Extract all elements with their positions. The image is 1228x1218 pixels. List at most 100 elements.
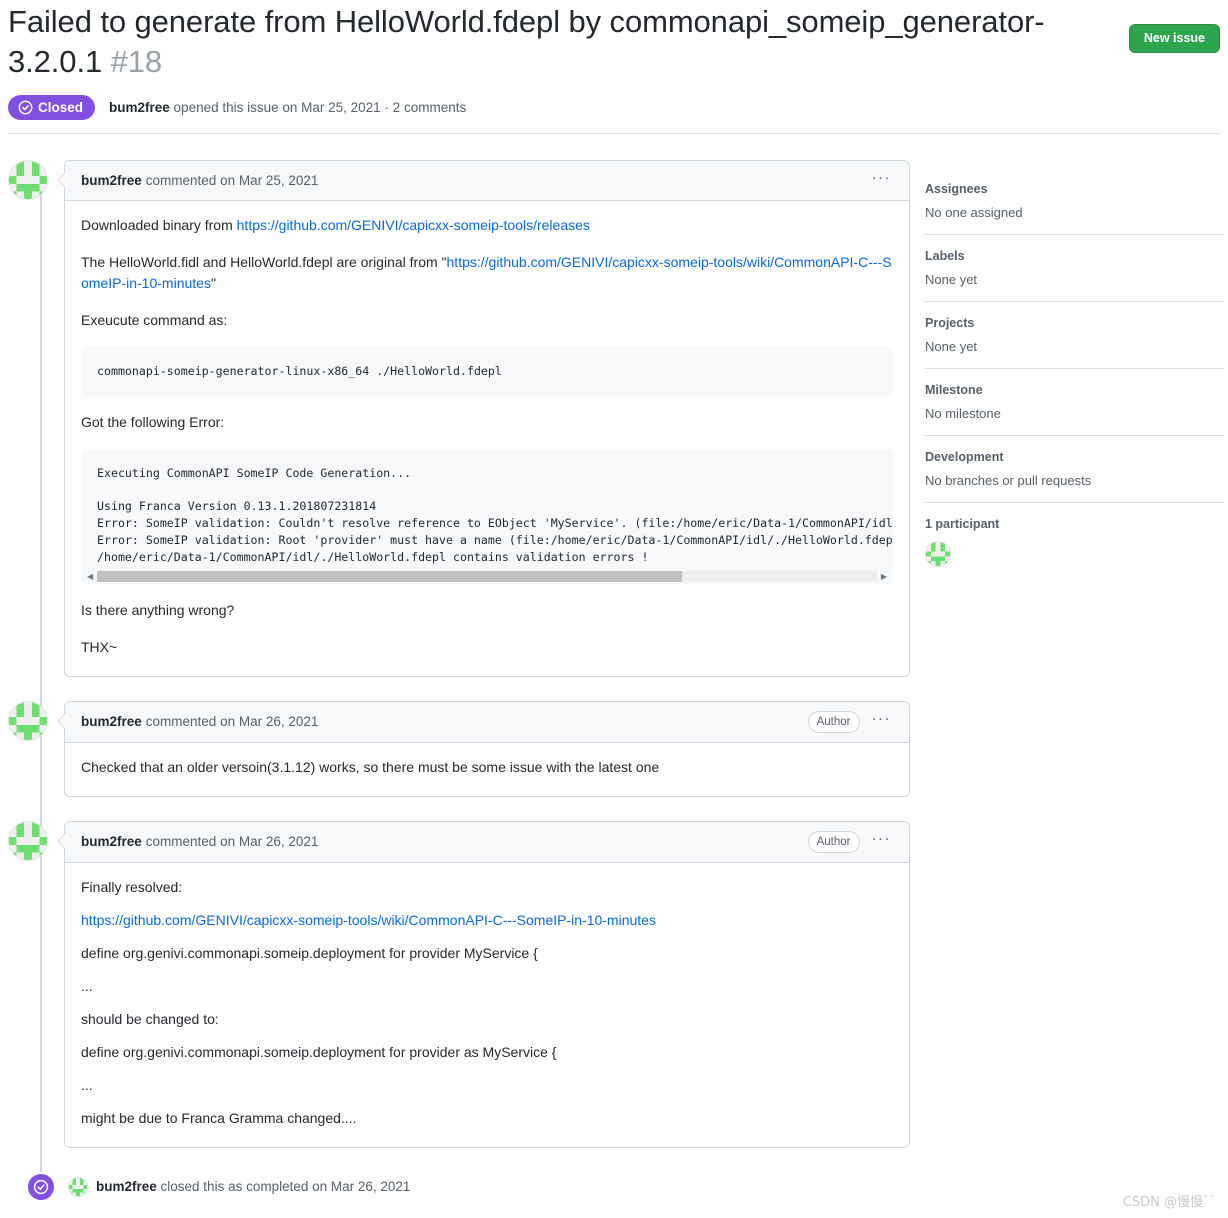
sidebar-value: None yet	[925, 339, 978, 354]
kebab-menu-icon[interactable]: ···	[870, 170, 894, 191]
comment-paragraph: might be due to Franca Gramma changed...…	[81, 1109, 357, 1126]
title-wrap: Failed to generate from HelloWorld.fdepl…	[8, 0, 1098, 81]
comment-box: bum2free commented on Mar 26, 2021 Autho…	[57, 820, 910, 1148]
scroll-track[interactable]	[97, 571, 877, 583]
comment-paragraph: THX~	[81, 638, 118, 655]
link-wiki[interactable]: https://github.com/GENIVI/capicxx-someip…	[81, 912, 656, 928]
comment-paragraph: Downloaded binary from https://github.co…	[81, 215, 893, 236]
comment-paragraph: ...	[81, 1076, 93, 1093]
page-title: Failed to generate from HelloWorld.fdepl…	[8, 2, 1098, 81]
comment-header: bum2free commented on Mar 25, 2021 ···	[65, 161, 909, 201]
comment-timestamp: commented on Mar 25, 2021	[145, 173, 319, 188]
comment-body: Checked that an older versoin(3.1.12) wo…	[65, 743, 909, 796]
closed-event-author[interactable]: bum2free	[96, 1179, 157, 1194]
timeline-comment-1: bum2free commented on Mar 25, 2021 ··· D…	[8, 160, 910, 677]
participants-list	[925, 541, 1224, 567]
comment-timestamp: commented on Mar 26, 2021	[145, 714, 319, 730]
sidebar-title[interactable]: Assignees	[925, 182, 1224, 196]
closed-event-row: bum2free closed this as completed on Mar…	[8, 1171, 910, 1202]
comment-paragraph: Finally resolved:	[81, 878, 183, 895]
issue-sidebar: Assignees No one assigned Labels None ye…	[925, 182, 1224, 595]
sidebar-section-labels: Labels None yet	[925, 249, 1224, 302]
comment-paragraph: should be changed to:	[81, 1010, 219, 1027]
comment-paragraph: Checked that an older versoin(3.1.12) wo…	[81, 758, 660, 775]
sidebar-section-assignees: Assignees No one assigned	[925, 182, 1224, 235]
closed-event-rest: closed this as completed on Mar 26, 2021	[156, 1179, 411, 1195]
comment-header: bum2free commented on Mar 26, 2021 Autho…	[65, 701, 909, 743]
text-pre: The HelloWorld.fidl and HelloWorld.fdepl…	[81, 254, 447, 270]
comment-box: bum2free commented on Mar 26, 2021 Autho…	[57, 700, 910, 797]
closed-event-label: bum2free closed this as completed on Mar…	[96, 1179, 410, 1194]
comment-paragraph: Is there anything wrong?	[81, 601, 235, 618]
scroll-right-icon[interactable]: ▶	[881, 572, 887, 581]
avatar[interactable]	[68, 1176, 88, 1197]
kebab-menu-icon[interactable]: ···	[870, 711, 894, 732]
comment-box: bum2free commented on Mar 25, 2021 ··· D…	[57, 160, 910, 677]
sidebar-title[interactable]: Labels	[925, 249, 1224, 263]
author-badge: Author	[807, 830, 860, 853]
new-issue-button[interactable]: New issue	[1128, 24, 1220, 53]
check-circle-icon	[18, 100, 33, 115]
avatar[interactable]	[8, 700, 48, 741]
issue-meta-rest: opened this issue on Mar 25, 2021 · 2 co…	[169, 100, 467, 116]
sidebar-value: No one assigned	[925, 205, 1023, 220]
comment-paragraph: define org.genivi.commonapi.someip.deplo…	[81, 1043, 557, 1060]
comment-body: Finally resolved: https://github.com/GEN…	[65, 863, 909, 1147]
sidebar-title[interactable]: Development	[925, 450, 1224, 464]
comment-header: bum2free commented on Mar 26, 2021 Autho…	[65, 821, 909, 863]
status-badge: Closed	[8, 95, 96, 121]
avatar[interactable]	[8, 820, 48, 861]
text-pre: Downloaded binary from	[81, 217, 237, 233]
sidebar-title[interactable]: Milestone	[925, 383, 1224, 397]
comment-timestamp: commented on Mar 26, 2021	[145, 834, 319, 850]
sidebar-section-projects: Projects None yet	[925, 316, 1224, 369]
issue-page: Failed to generate from HelloWorld.fdepl…	[0, 0, 1228, 1218]
comment-paragraph: The HelloWorld.fidl and HelloWorld.fdepl…	[81, 252, 893, 294]
issue-title-text: Failed to generate from HelloWorld.fdepl…	[8, 4, 1045, 79]
issue-author-link[interactable]: bum2free	[109, 100, 170, 115]
comment-body: Downloaded binary from https://github.co…	[65, 201, 909, 676]
sidebar-section-participants: 1 participant	[925, 517, 1224, 581]
comment-paragraph: define org.genivi.commonapi.someip.deplo…	[81, 944, 538, 961]
avatar[interactable]	[8, 160, 48, 200]
comment-paragraph: Got the following Error:	[81, 413, 225, 430]
sidebar-section-development: Development No branches or pull requests	[925, 450, 1224, 503]
timeline-comment-3: bum2free commented on Mar 26, 2021 Autho…	[8, 820, 910, 1148]
code-block-command: commonapi-someip-generator-linux-x86_64 …	[81, 347, 893, 396]
sidebar-value: None yet	[925, 272, 978, 287]
timeline-comment-2: bum2free commented on Mar 26, 2021 Autho…	[8, 700, 910, 797]
status-badge-label: Closed	[38, 100, 84, 116]
participants-label: 1 participant	[925, 517, 1000, 531]
comment-header-actions: Author ···	[807, 830, 894, 853]
avatar[interactable]	[925, 541, 951, 567]
sidebar-title[interactable]: Projects	[925, 316, 1224, 330]
sidebar-value: No milestone	[925, 406, 1001, 421]
scroll-left-icon[interactable]: ◀	[87, 572, 93, 581]
comment-paragraph: https://github.com/GENIVI/capicxx-someip…	[81, 910, 893, 931]
text-post: "	[210, 275, 216, 291]
main-column: bum2free commented on Mar 25, 2021 ··· D…	[8, 160, 910, 1202]
comment-author[interactable]: bum2free	[81, 714, 142, 729]
issue-meta-row: Closed bum2free opened this issue on Mar…	[8, 95, 1220, 135]
link-releases[interactable]: https://github.com/GENIVI/capicxx-someip…	[237, 217, 590, 233]
comment-header-actions: ···	[870, 170, 894, 191]
author-badge: Author	[807, 710, 860, 733]
comment-author[interactable]: bum2free	[81, 834, 142, 849]
comment-paragraph: Exeucute command as:	[81, 312, 228, 328]
kebab-menu-icon[interactable]: ···	[870, 831, 894, 852]
timeline: bum2free commented on Mar 25, 2021 ··· D…	[8, 160, 910, 1202]
closed-event-text: bum2free closed this as completed on Mar…	[68, 1176, 410, 1197]
comment-header-actions: Author ···	[807, 710, 894, 733]
sidebar-value: No branches or pull requests	[925, 473, 1092, 488]
comment-author[interactable]: bum2free	[81, 173, 142, 188]
code-block-error: Executing CommonAPI SomeIP Code Generati…	[81, 448, 893, 570]
closed-check-icon	[26, 1171, 56, 1202]
title-row: Failed to generate from HelloWorld.fdepl…	[8, 0, 1220, 81]
issue-meta-text: bum2free opened this issue on Mar 25, 20…	[109, 100, 466, 115]
csdn-watermark: CSDN @慢慢``	[1122, 1195, 1216, 1210]
issue-header: Failed to generate from HelloWorld.fdepl…	[8, 0, 1220, 135]
issue-number: #18	[110, 43, 163, 79]
scroll-thumb[interactable]	[97, 571, 682, 583]
code-block-scrollbar[interactable]: ◀ ▶	[81, 569, 893, 584]
comment-paragraph: ...	[81, 977, 93, 994]
